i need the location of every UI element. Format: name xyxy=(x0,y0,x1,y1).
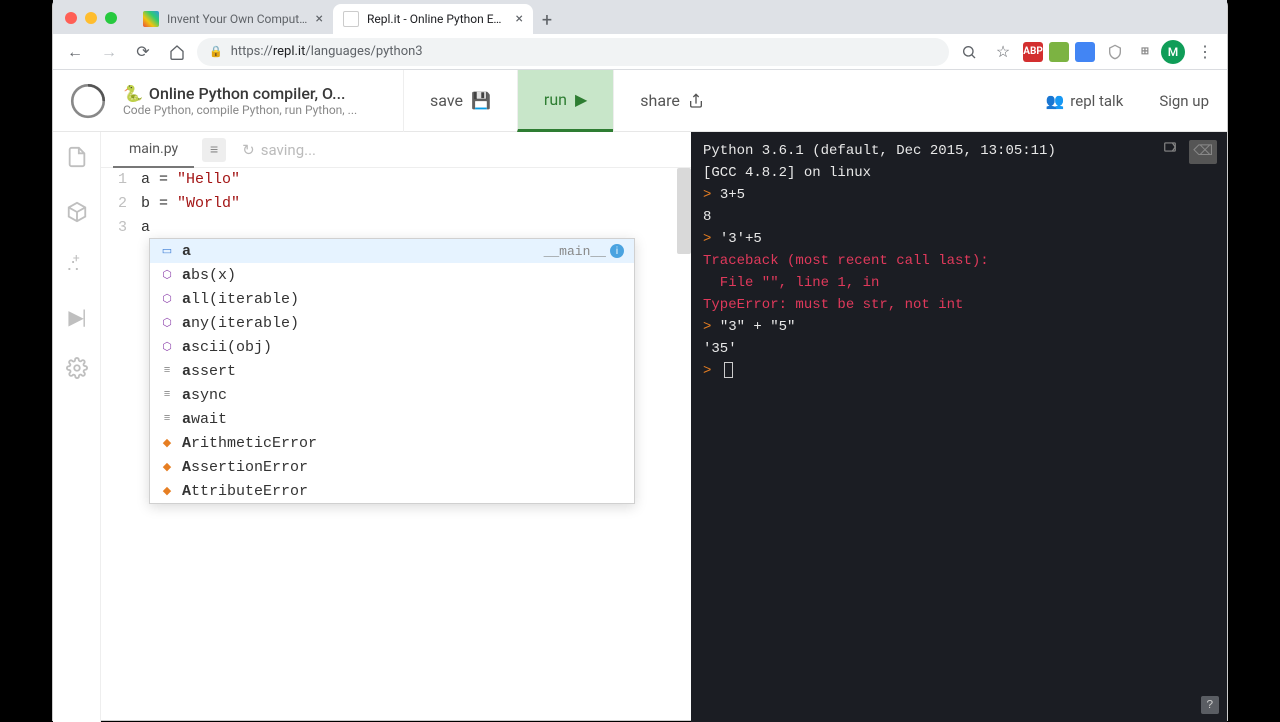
extension-shield-icon[interactable] xyxy=(1101,38,1129,66)
autocomplete-item[interactable]: ◆ArithmeticError xyxy=(150,431,634,455)
tab-close-icon[interactable]: × xyxy=(516,11,523,27)
save-button[interactable]: save 💾 xyxy=(403,70,517,132)
help-icon[interactable]: ? xyxy=(1201,696,1219,714)
page-title: 🐍 Online Python compiler, O... xyxy=(123,84,403,103)
info-icon[interactable]: i xyxy=(610,244,624,258)
window-traffic-lights[interactable] xyxy=(65,12,117,24)
star-icon[interactable]: ☆ xyxy=(989,38,1017,66)
autocomplete-item[interactable]: ◆AttributeError xyxy=(150,479,634,503)
debugger-icon[interactable]: ▶| xyxy=(68,305,84,329)
search-icon[interactable] xyxy=(955,38,983,66)
left-sidebar: ∴+ ▶| xyxy=(53,132,101,722)
home-button[interactable] xyxy=(163,38,191,66)
python-icon: 🐍 xyxy=(123,84,143,103)
browser-toolbar: ← → ⟳ 🔒 https://repl.it/languages/python… xyxy=(53,34,1227,70)
run-button[interactable]: run ▶ xyxy=(517,70,613,132)
back-button[interactable]: ← xyxy=(61,38,89,66)
file-icon[interactable] xyxy=(66,146,88,173)
saving-indicator: ↻ saving... xyxy=(242,141,316,159)
autocomplete-item[interactable]: ≡await xyxy=(150,407,634,431)
page-subtitle: Code Python, compile Python, run Python,… xyxy=(123,103,403,117)
autocomplete-item[interactable]: ◆AssertionError xyxy=(150,455,634,479)
browser-tabbar: Invent Your Own Computer Ga × Repl.it - … xyxy=(53,0,1227,34)
people-icon: 👥 xyxy=(1046,92,1065,110)
browser-menu-icon[interactable]: ⋮ xyxy=(1191,38,1219,66)
repl-talk-link[interactable]: 👥 repl talk xyxy=(1028,70,1142,132)
terminal-expand-icon[interactable] xyxy=(1161,140,1179,164)
terminal-clear-icon[interactable]: ⌫ xyxy=(1189,140,1217,164)
autocomplete-item[interactable]: ⬡abs(x) xyxy=(150,263,634,287)
code-editor[interactable]: 1a = "Hello"2b = "World"3a ▭a__main__i⬡a… xyxy=(101,168,691,722)
browser-tab-inactive[interactable]: Invent Your Own Computer Ga × xyxy=(133,4,333,34)
format-button[interactable]: ≡ xyxy=(202,138,226,162)
extension-green-icon[interactable] xyxy=(1049,42,1069,62)
reload-button[interactable]: ⟳ xyxy=(129,38,157,66)
close-window[interactable] xyxy=(65,12,77,24)
browser-tab-active[interactable]: Repl.it - Online Python Editor a × xyxy=(333,4,533,34)
play-icon: ▶ xyxy=(575,90,587,109)
extension-translate-icon[interactable] xyxy=(1075,42,1095,62)
sign-up-link[interactable]: Sign up xyxy=(1141,70,1227,132)
profile-avatar[interactable]: M xyxy=(1161,40,1185,64)
app-header: 🐍 Online Python compiler, O... Code Pyth… xyxy=(53,70,1227,132)
multiplayer-icon[interactable]: ∴+ xyxy=(67,256,85,277)
maximize-window[interactable] xyxy=(105,12,117,24)
replit-logo xyxy=(67,80,109,122)
address-bar[interactable]: 🔒 https://repl.it/languages/python3 xyxy=(197,38,949,66)
autocomplete-item[interactable]: ≡assert xyxy=(150,359,634,383)
lock-icon: 🔒 xyxy=(209,45,223,58)
favicon-icon xyxy=(143,11,159,27)
tab-close-icon[interactable]: × xyxy=(316,11,323,27)
autocomplete-popup[interactable]: ▭a__main__i⬡abs(x)⬡all(iterable)⬡any(ite… xyxy=(149,238,635,504)
autocomplete-item[interactable]: ▭a__main__i xyxy=(150,239,634,263)
editor-pane: main.py ≡ ↻ saving... 1a = "Hello"2b = "… xyxy=(101,132,691,722)
file-tab-main[interactable]: main.py xyxy=(113,132,194,168)
new-tab-button[interactable]: + xyxy=(533,6,561,34)
url-text: https://repl.it/languages/python3 xyxy=(231,44,423,59)
minimize-window[interactable] xyxy=(85,12,97,24)
save-icon: 💾 xyxy=(471,91,491,110)
file-tabs: main.py ≡ ↻ saving... xyxy=(101,132,691,168)
extension-abp-icon[interactable]: ABP xyxy=(1023,42,1043,62)
package-icon[interactable] xyxy=(66,201,88,228)
extension-misc-icon[interactable]: ⊞ xyxy=(1135,42,1155,62)
forward-button[interactable]: → xyxy=(95,38,123,66)
share-button[interactable]: share xyxy=(613,70,730,132)
refresh-icon: ↻ xyxy=(242,141,255,159)
autocomplete-item[interactable]: ⬡all(iterable) xyxy=(150,287,634,311)
settings-icon[interactable] xyxy=(66,357,88,384)
tab-label: Repl.it - Online Python Editor a xyxy=(367,12,508,26)
minimap-scrollbar[interactable] xyxy=(677,168,691,722)
autocomplete-item[interactable]: ≡async xyxy=(150,383,634,407)
tab-label: Invent Your Own Computer Ga xyxy=(167,12,308,26)
terminal-pane[interactable]: ⌫ Python 3.6.1 (default, Dec 2015, 13:05… xyxy=(691,132,1227,722)
autocomplete-item[interactable]: ⬡any(iterable) xyxy=(150,311,634,335)
autocomplete-item[interactable]: ⬡ascii(obj) xyxy=(150,335,634,359)
favicon-icon xyxy=(343,11,359,27)
share-icon xyxy=(688,93,704,109)
